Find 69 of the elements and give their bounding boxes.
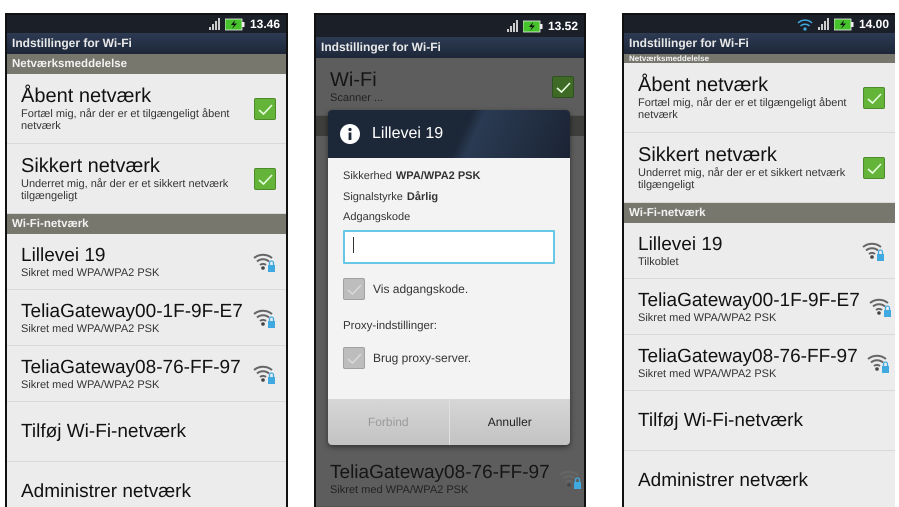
detail-value: Dårlig	[406, 190, 438, 204]
menu-item[interactable]: Tilføj Wi-Fi-netværk	[21, 420, 272, 443]
detail-label: Sikkerhed	[343, 169, 392, 184]
setting-title: Sikkert netværk	[21, 155, 161, 178]
checkbox[interactable]	[552, 76, 574, 98]
setting-title: Åbent netværk	[21, 85, 152, 108]
network-item[interactable]: Lillevei 19 Sikret med WPA/WPA2 PSK	[7, 234, 286, 290]
dialog-button[interactable]: Annuller	[448, 398, 570, 445]
checkbox[interactable]	[254, 168, 276, 190]
menu-item[interactable]: Administrer netværk	[21, 480, 272, 503]
status-time: 13.52	[548, 18, 578, 35]
setting-description: Fortæl mig, når der er et tilgængeligt åbent netværk	[638, 97, 848, 121]
signal-icon	[208, 18, 220, 30]
checkbox-label: Brug proxy-server.	[373, 350, 472, 367]
section-header: Netværksmeddelelse	[624, 54, 895, 63]
signal-icon	[818, 18, 829, 30]
network-item[interactable]: TeliaGateway08-76-FF-97 Sikret med WPA/WPA2 PSK	[7, 346, 286, 402]
network-name: TeliaGateway08-76-FF-97	[21, 356, 242, 379]
section-header: Wi-Fi-netværk	[7, 214, 286, 234]
network-name: TeliaGateway08-76-FF-97	[330, 461, 550, 484]
setting-title: Åbent netværk	[638, 74, 770, 97]
network-item[interactable]: TeliaGateway00-1F-9F-E7 Sikret med WPA/WPA2 PSK	[624, 279, 895, 335]
info-icon	[340, 124, 360, 144]
network-name: TeliaGateway08-76-FF-97	[638, 345, 858, 368]
checkbox[interactable]	[254, 98, 276, 120]
network-status: Sikret med WPA/WPA2 PSK	[21, 267, 160, 279]
network-item[interactable]: TeliaGateway00-1F-9F-E7 Sikret med WPA/WPA2 PSK	[7, 290, 286, 346]
battery-charging-icon	[224, 18, 245, 30]
menu-item[interactable]: Administrer netværk	[638, 469, 881, 492]
status-time: 13.46	[250, 16, 280, 33]
setting-description: Underret mig, når der er et sikkert netværk tilgængeligt	[21, 178, 230, 202]
detail-label: Signalstyrke	[343, 190, 403, 204]
checkbox-label: Vis adgangskode.	[373, 280, 468, 298]
battery-charging-icon	[522, 20, 543, 32]
section-header: Wi-Fi-netværk	[624, 203, 895, 223]
checkbox[interactable]	[863, 156, 885, 178]
setting-description: Scanner ...	[330, 92, 384, 104]
field-label: Adgangskode	[343, 210, 412, 225]
setting-title: Sikkert netværk	[638, 144, 778, 167]
password-field[interactable]	[343, 230, 555, 264]
menu-item[interactable]: Tilføj Wi-Fi-netværk	[638, 409, 881, 432]
network-status: Sikret med WPA/WPA2 PSK	[21, 379, 160, 391]
checkbox[interactable]	[863, 86, 885, 108]
signal-icon	[506, 20, 518, 32]
network-status: Sikret med WPA/WPA2 PSK	[638, 312, 778, 324]
network-name: TeliaGateway00-1F-9F-E7	[638, 289, 860, 312]
network-status: Tilkoblet	[638, 256, 680, 268]
network-status: Sikret med WPA/WPA2 PSK	[330, 484, 470, 496]
screen-title: Indstillinger for Wi-Fi	[7, 33, 286, 54]
detail-value: WPA/WPA2 PSK	[396, 169, 480, 184]
setting-description: Underret mig, når der er et sikkert netværk tilgængeligt	[638, 167, 846, 191]
screen-title: Indstillinger for Wi-Fi	[624, 33, 895, 54]
network-item[interactable]: TeliaGateway08-76-FF-97 Sikret med WPA/WPA2 PSK	[624, 335, 895, 391]
network-status: Sikret med WPA/WPA2 PSK	[638, 368, 778, 380]
battery-charging-icon	[834, 18, 854, 30]
network-name: TeliaGateway00-1F-9F-E7	[21, 300, 244, 323]
setting-title: Wi-Fi	[330, 69, 378, 92]
section-label: Proxy-indstillinger:	[343, 318, 438, 334]
section-header: Netværksmeddelelse	[7, 54, 286, 74]
network-name: Lillevei 19	[638, 233, 724, 256]
setting-description: Fortæl mig, når der er et tilgængeligt åbent netværk	[21, 108, 230, 132]
screen-title: Indstillinger for Wi-Fi	[316, 37, 584, 58]
status-time: 14.00	[858, 16, 889, 33]
network-name: Lillevei 19	[21, 244, 106, 267]
checkbox[interactable]	[343, 278, 365, 300]
network-status: Sikret med WPA/WPA2 PSK	[21, 323, 160, 335]
checkbox[interactable]	[343, 346, 365, 369]
network-item[interactable]: Lillevei 19 Tilkoblet	[624, 223, 895, 279]
dialog-title: Lillevei 19	[372, 124, 444, 144]
